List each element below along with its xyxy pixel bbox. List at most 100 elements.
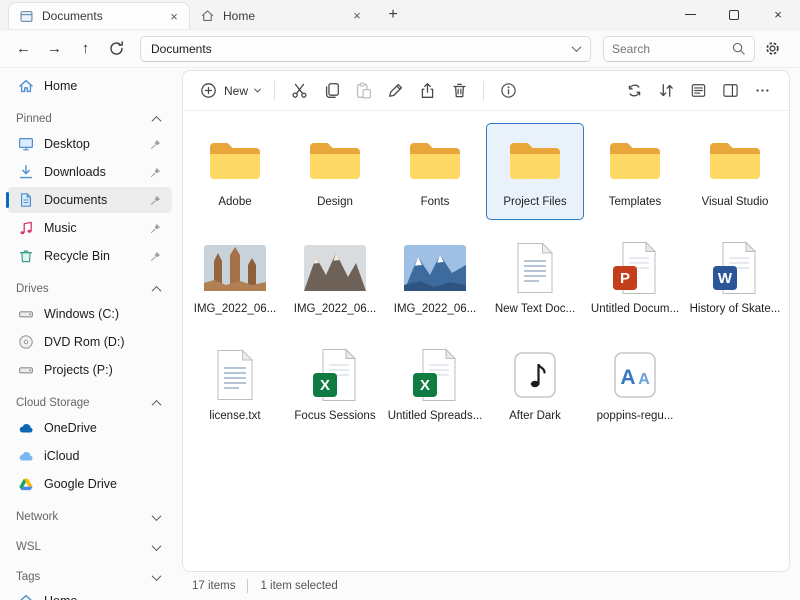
file-tile-history-of-skate[interactable]: WHistory of Skate... (686, 230, 784, 327)
copy-icon (323, 82, 340, 99)
sidebar-item-label: DVD Rom (D:) (44, 335, 162, 349)
forward-button[interactable]: → (41, 35, 68, 62)
file-tile-untitled-docum[interactable]: PUntitled Docum... (586, 230, 684, 327)
file-tile-img-2022-06[interactable]: IMG_2022_06... (386, 230, 484, 327)
paste-button[interactable] (348, 76, 378, 106)
sidebar-item-desktop[interactable]: Desktop (8, 131, 172, 157)
address-bar[interactable]: Documents (140, 36, 591, 62)
sidebar-item-music[interactable]: Music (8, 215, 172, 241)
sidebar-item-label: OneDrive (44, 421, 162, 435)
close-button[interactable]: × (756, 0, 800, 29)
view-options-button[interactable] (683, 76, 713, 106)
file-name: Fonts (421, 196, 450, 208)
rename-button[interactable] (380, 76, 410, 106)
sidebar-section-cloud-storage[interactable]: Cloud Storage (4, 392, 176, 414)
sidebar-item-icloud[interactable]: iCloud (8, 443, 172, 469)
main-area: Home PinnedDesktopDownloads Documents Music… (0, 68, 800, 600)
maximize-button[interactable] (712, 0, 756, 29)
file-name: license.txt (209, 410, 260, 422)
info-button[interactable] (493, 76, 523, 106)
sidebar-item-windows-c[interactable]: Windows (C:) (8, 301, 172, 327)
sidebar-item-downloads[interactable]: Downloads (8, 159, 172, 185)
file-tile-templates[interactable]: Templates (586, 123, 684, 220)
downloads-icon (18, 164, 34, 180)
file-tile-adobe[interactable]: Adobe (186, 123, 284, 220)
sidebar-section-tags[interactable]: Tags (4, 566, 176, 588)
sidebar-item-onedrive[interactable]: OneDrive (8, 415, 172, 441)
file-tile-fonts[interactable]: Fonts (386, 123, 484, 220)
tab-close-icon[interactable]: × (348, 7, 366, 25)
file-name: Design (317, 196, 353, 208)
chevron-down-icon[interactable] (572, 42, 582, 52)
sidebar-item-dvd-rom-d[interactable]: DVD Rom (D:) (8, 329, 172, 355)
file-tile-img-2022-06[interactable]: IMG_2022_06... (286, 230, 384, 327)
sync-button[interactable] (619, 76, 649, 106)
file-tile-focus-sessions[interactable]: X Focus Sessions (286, 337, 384, 434)
tab-documents[interactable]: Documents × (8, 2, 190, 29)
search-input[interactable] (612, 42, 725, 56)
file-tile-img-2022-06[interactable]: IMG_2022_06... (186, 230, 284, 327)
chevron-down-icon (152, 541, 162, 551)
back-button[interactable]: ← (10, 35, 37, 62)
sort-button[interactable] (651, 76, 681, 106)
recycle-icon (18, 248, 34, 264)
file-name: Focus Sessions (294, 410, 375, 422)
refresh-icon (108, 40, 125, 57)
sidebar-item-home[interactable]: Home (8, 588, 172, 600)
divider (247, 579, 248, 593)
file-tile-project-files[interactable]: Project Files (486, 123, 584, 220)
sidebar-section-wsl[interactable]: WSL (4, 536, 176, 558)
sidebar-section-pinned[interactable]: Pinned (4, 108, 176, 130)
file-tile-untitled-spreads[interactable]: XUntitled Spreads... (386, 337, 484, 434)
tab-label: Home (223, 9, 340, 23)
file-tile-visual-studio[interactable]: Visual Studio (686, 123, 784, 220)
pin-icon (149, 222, 162, 235)
more-options-button[interactable] (747, 76, 777, 106)
toolbar-right-group (619, 76, 777, 106)
svg-text:A: A (620, 366, 635, 389)
svg-text:X: X (320, 377, 330, 394)
file-tile-design[interactable]: Design (286, 123, 384, 220)
up-button[interactable]: ↑ (72, 35, 99, 62)
delete-button[interactable] (444, 76, 474, 106)
sidebar-item-label: Documents (44, 193, 139, 207)
onedrive-icon (18, 420, 34, 436)
file-tile-poppins-regu[interactable]: AApoppins-regu... (586, 337, 684, 434)
documents-tab-icon (19, 9, 34, 24)
toolbar-left-group (284, 76, 523, 106)
folder-icon (708, 130, 762, 192)
sidebar-item-label: Windows (C:) (44, 307, 162, 321)
sync-icon (626, 82, 643, 99)
sidebar-item-google-drive[interactable]: Google Drive (8, 471, 172, 497)
icloud-icon (18, 448, 34, 464)
share-button[interactable] (412, 76, 442, 106)
settings-button[interactable] (759, 35, 786, 62)
tab-close-icon[interactable]: × (165, 7, 183, 25)
preview-pane-button[interactable] (715, 76, 745, 106)
refresh-button[interactable] (103, 35, 130, 62)
folder-icon (508, 130, 562, 192)
sidebar-section-network[interactable]: Network (4, 506, 176, 528)
file-name: IMG_2022_06... (294, 303, 376, 315)
sidebar-item-home[interactable]: Home (8, 73, 172, 99)
file-name: Adobe (218, 196, 251, 208)
new-tab-button[interactable]: + (380, 3, 406, 27)
minimize-button[interactable] (668, 0, 712, 29)
sidebar-item-label: Music (44, 221, 139, 235)
new-button[interactable]: New (195, 76, 265, 106)
cut-button[interactable] (284, 76, 314, 106)
chevron-up-icon (152, 285, 162, 295)
folder-icon (608, 130, 662, 192)
sidebar-item-documents[interactable]: Documents (8, 187, 172, 213)
file-tile-license-txt[interactable]: license.txt (186, 337, 284, 434)
file-tile-after-dark[interactable]: After Dark (486, 337, 584, 434)
tab-home[interactable]: Home × (190, 2, 372, 29)
sidebar-section-drives[interactable]: Drives (4, 278, 176, 300)
sidebar-item-recycle-bin[interactable]: Recycle Bin (8, 243, 172, 269)
drive-icon (18, 306, 34, 322)
sidebar-item-projects-p[interactable]: Projects (P:) (8, 357, 172, 383)
copy-button[interactable] (316, 76, 346, 106)
file-tile-new-text-doc[interactable]: New Text Doc... (486, 230, 584, 327)
section-label: Cloud Storage (16, 397, 90, 409)
sidebar-item-label: Google Drive (44, 477, 162, 491)
